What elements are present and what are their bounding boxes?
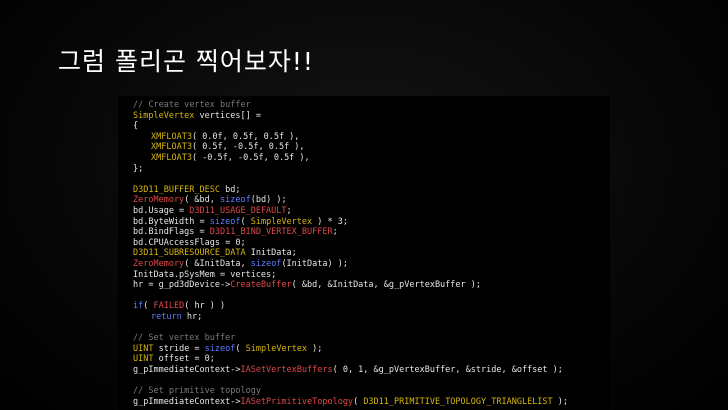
- code-token: hr;: [181, 311, 203, 322]
- code-token: ( 0.0f, 0.5f, 0.5f ),: [191, 131, 300, 142]
- code-token: stride =: [153, 343, 205, 354]
- code-token: );: [552, 396, 569, 407]
- code-token: (InitData) );: [281, 258, 348, 269]
- code-token: CreateBuffer: [230, 280, 292, 291]
- code-token: SimpleVertex: [250, 216, 313, 227]
- code-token: return: [151, 311, 182, 322]
- code-token: ;: [286, 205, 292, 216]
- code-token: // Set primitive topology: [133, 386, 261, 397]
- code-token: D3D11_PRIMITIVE_TOPOLOGY_TRIANGLELIST: [363, 396, 553, 407]
- code-token: ( &bd, &InitData, &g_pVertexBuffer );: [291, 280, 482, 291]
- code-token: bd.ByteWidth =: [133, 216, 210, 227]
- code-token: // Create vertex buffer: [133, 100, 251, 110]
- code-token: D3D11_USAGE_DEFAULT: [189, 205, 287, 216]
- code-token: g_pImmediateContext->: [133, 396, 241, 407]
- code-token: SimpleVertex: [245, 343, 308, 354]
- code-line: InitData.pSysMem = vertices;: [133, 270, 568, 281]
- code-line: UINT stride = sizeof( SimpleVertex );: [133, 344, 568, 355]
- code-token: ( 0.5f, -0.5f, 0.5f ),: [191, 142, 305, 153]
- code-token: ( &bd,: [184, 195, 221, 206]
- code-token: (: [143, 301, 154, 312]
- code-line: // Set vertex buffer: [133, 333, 568, 344]
- code-line: D3D11_SUBRESOURCE_DATA InitData;: [133, 248, 568, 259]
- code-token: ) * 3;: [312, 216, 348, 227]
- code-token: {: [133, 121, 139, 132]
- code-token: UINT: [133, 354, 154, 365]
- code-token: bd.Usage =: [133, 205, 190, 216]
- slide-title: 그럼 폴리곤 찍어보자!!: [58, 47, 314, 76]
- code-token: XMFLOAT3: [151, 152, 192, 163]
- code-token: SimpleVertex: [133, 110, 195, 121]
- code-line: ZeroMemory( &InitData, sizeof(InitData) …: [133, 259, 568, 270]
- code-line: XMFLOAT3( 0.0f, 0.5f, 0.5f ),: [133, 132, 568, 143]
- code-token: D3D11_SUBRESOURCE_DATA: [133, 248, 246, 259]
- code-token: (: [353, 396, 364, 407]
- code-line: ZeroMemory( &bd, sizeof(bd) );: [133, 195, 568, 206]
- code-token: bd.BindFlags =: [133, 227, 210, 238]
- code-token: if: [133, 301, 144, 312]
- code-token: ( &InitData,: [184, 258, 251, 269]
- code-token: );: [307, 343, 323, 354]
- code-token: sizeof: [204, 343, 236, 354]
- code-line: SimpleVertex vertices[] =: [133, 111, 568, 122]
- code-line: {: [133, 121, 568, 132]
- code-token: (bd) );: [250, 195, 287, 206]
- code-line: hr = g_pd3dDevice->CreateBuffer( &bd, &I…: [133, 280, 568, 291]
- code-token: sizeof: [220, 195, 251, 206]
- code-line: };: [133, 164, 568, 175]
- presentation-slide: 그럼 폴리곤 찍어보자!! // Create vertex buffer Sim…: [0, 0, 728, 410]
- code-token: XMFLOAT3: [151, 131, 192, 142]
- code-token: // Set vertex buffer: [133, 333, 236, 344]
- code-token: g_pImmediateContext->: [133, 364, 241, 375]
- code-token: ZeroMemory: [133, 258, 185, 269]
- code-line: g_pImmediateContext->IASetPrimitiveTopol…: [133, 397, 568, 408]
- code-token: ZeroMemory: [133, 195, 185, 206]
- code-token: InitData.pSysMem = vertices;: [133, 269, 277, 280]
- code-line: XMFLOAT3( -0.5f, -0.5f, 0.5f ),: [133, 153, 568, 164]
- code-token: XMFLOAT3: [151, 142, 192, 153]
- code-token: InitData;: [245, 248, 297, 259]
- code-token: D3D11_BUFFER_DESC: [133, 184, 220, 195]
- code-line: bd.ByteWidth = sizeof( SimpleVertex ) * …: [133, 217, 568, 228]
- code-line: UINT offset = 0;: [133, 354, 568, 365]
- code-token: sizeof: [250, 258, 282, 269]
- code-token: (: [240, 216, 251, 227]
- code-token: hr = g_pd3dDevice->: [133, 280, 231, 291]
- code-line: bd.Usage = D3D11_USAGE_DEFAULT;: [133, 206, 568, 217]
- code-token: IASetVertexBuffers: [240, 364, 333, 375]
- code-token: bd.CPUAccessFlags = 0;: [133, 237, 246, 248]
- code-line: XMFLOAT3( 0.5f, -0.5f, 0.5f ),: [133, 142, 568, 153]
- code-token: (: [235, 343, 246, 354]
- code-screenshot: // Create vertex buffer SimpleVertex vert…: [118, 96, 610, 410]
- code-line: if( FAILED( hr ) ): [133, 301, 568, 312]
- code-token: };: [133, 163, 144, 174]
- code-line: // Create vertex buffer: [133, 100, 568, 111]
- code-token: D3D11_BIND_VERTEX_BUFFER: [209, 227, 333, 238]
- code-token: sizeof: [209, 216, 241, 227]
- code-token: ;: [332, 227, 338, 238]
- code-block: // Create vertex buffer SimpleVertex vert…: [133, 100, 568, 407]
- code-line: bd.BindFlags = D3D11_BIND_VERTEX_BUFFER;: [133, 227, 568, 238]
- code-token: bd;: [220, 184, 241, 195]
- code-line: D3D11_BUFFER_DESC bd;: [133, 185, 568, 196]
- code-token: FAILED: [153, 301, 185, 312]
- code-token: IASetPrimitiveTopology: [240, 396, 354, 407]
- code-line: return hr;: [133, 312, 568, 323]
- code-line: g_pImmediateContext->IASetVertexBuffers(…: [133, 365, 568, 376]
- code-token: UINT: [133, 343, 154, 354]
- code-token: offset = 0;: [153, 354, 215, 365]
- code-token: ( 0, 1, &g_pVertexBuffer, &stride, &offs…: [332, 364, 563, 375]
- code-line: // Set primitive topology: [133, 386, 568, 397]
- code-token: ( hr ) ): [184, 301, 226, 312]
- code-token: ( -0.5f, -0.5f, 0.5f ),: [191, 152, 310, 163]
- code-line: bd.CPUAccessFlags = 0;: [133, 238, 568, 249]
- code-token: vertices[] =: [194, 110, 261, 121]
